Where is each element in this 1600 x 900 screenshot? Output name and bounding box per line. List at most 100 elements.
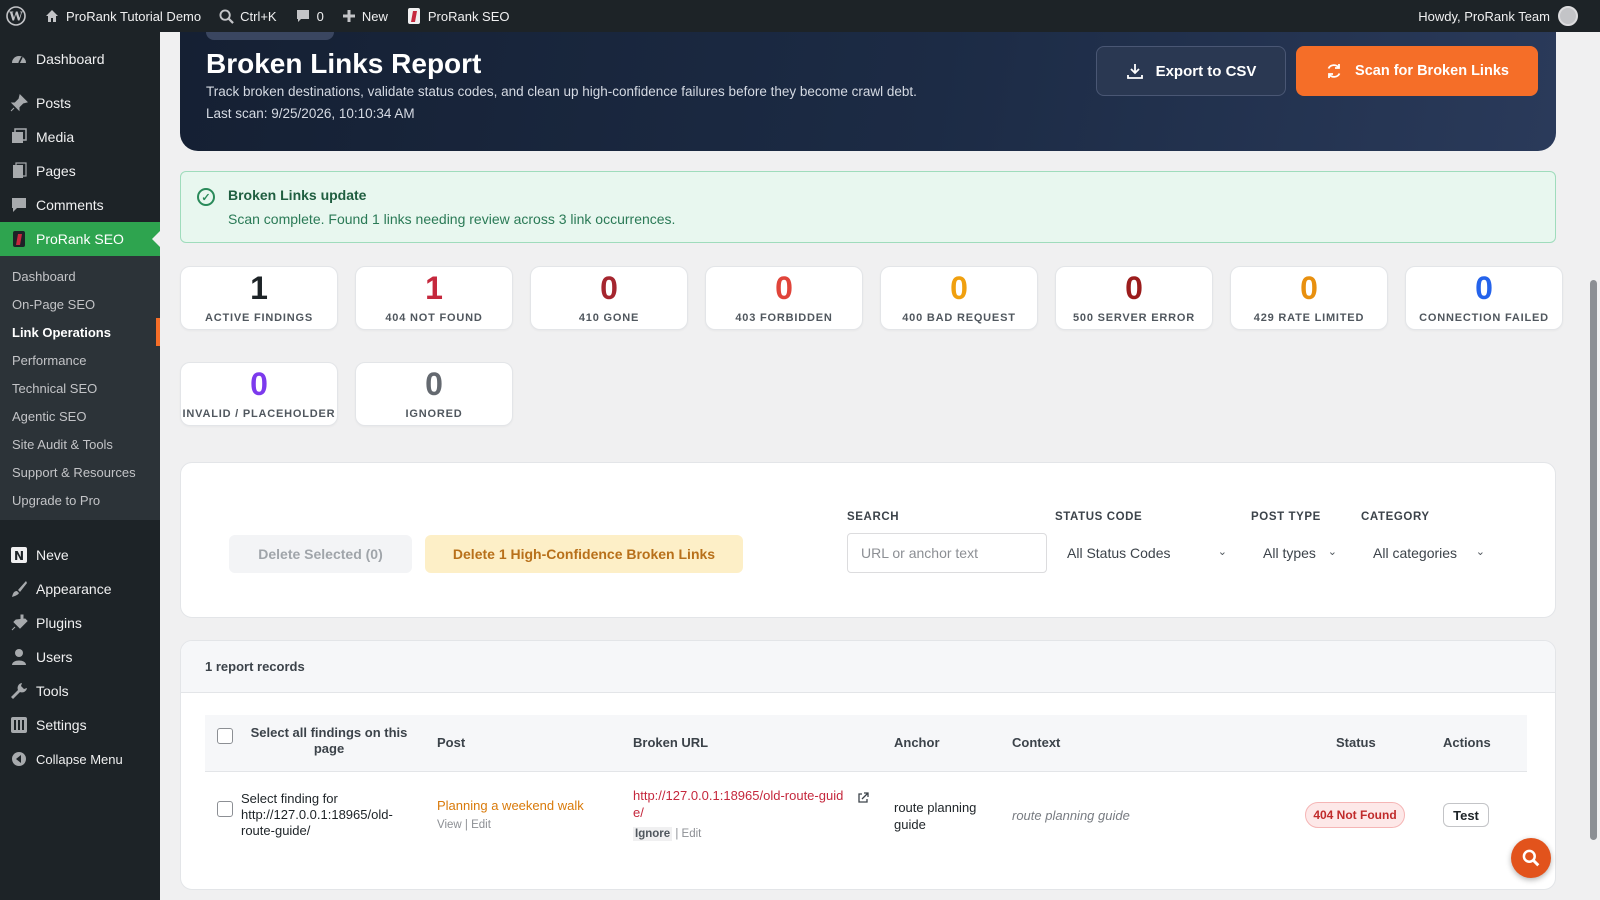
menu-label: Posts bbox=[36, 95, 72, 111]
menu-prorank-seo[interactable]: ProRank SEO bbox=[0, 222, 160, 256]
search-fab[interactable] bbox=[1511, 838, 1551, 878]
export-csv-label: Export to CSV bbox=[1155, 62, 1257, 80]
findings-table: 1 report records Select all findings on … bbox=[180, 640, 1556, 890]
stat-value: 0 bbox=[1475, 270, 1493, 306]
search-icon bbox=[219, 8, 234, 24]
comments-count: 0 bbox=[316, 8, 324, 24]
stat-value: 1 bbox=[425, 270, 443, 306]
comments-link[interactable]: 0 bbox=[286, 0, 333, 32]
stat-label: INVALID / PLACEHOLDER bbox=[182, 408, 336, 420]
settings-icon bbox=[10, 716, 28, 734]
select-all-checkbox[interactable] bbox=[217, 728, 233, 744]
stat-active-findings[interactable]: 1 ACTIVE FINDINGS bbox=[180, 266, 338, 330]
page-scrollbar[interactable] bbox=[1588, 32, 1600, 900]
category-select[interactable]: All categories ⌄ bbox=[1373, 533, 1485, 573]
menu-label: Users bbox=[36, 649, 73, 665]
menu-tools[interactable]: Tools bbox=[0, 674, 160, 708]
stat-label: IGNORED bbox=[405, 408, 463, 420]
row-checkbox[interactable] bbox=[217, 801, 233, 817]
menu-label: Media bbox=[36, 129, 75, 145]
stat-404[interactable]: 1 404 NOT FOUND bbox=[355, 266, 513, 330]
menu-label: Pages bbox=[36, 163, 76, 179]
stat-400[interactable]: 0 400 BAD REQUEST bbox=[880, 266, 1038, 330]
collapse-icon bbox=[10, 750, 28, 768]
status-code-value: All Status Codes bbox=[1067, 545, 1171, 561]
stat-429[interactable]: 0 429 RATE LIMITED bbox=[1230, 266, 1388, 330]
menu-dashboard[interactable]: Dashboard bbox=[0, 42, 160, 76]
submenu-dashboard[interactable]: Dashboard bbox=[0, 262, 160, 290]
search-shortcut-label: Ctrl+K bbox=[240, 8, 277, 24]
delete-high-confidence-button[interactable]: Delete 1 High-Confidence Broken Links bbox=[425, 535, 743, 573]
stat-value: 0 bbox=[600, 270, 618, 306]
submenu-link-operations[interactable]: Link Operations bbox=[0, 318, 160, 346]
view-link[interactable]: View bbox=[437, 819, 462, 831]
post-title-link[interactable]: Planning a weekend walk bbox=[437, 798, 584, 813]
scrollbar-thumb[interactable] bbox=[1590, 280, 1597, 840]
menu-media[interactable]: Media bbox=[0, 120, 160, 154]
anchor-text: route planning guide bbox=[894, 800, 977, 832]
ignore-link[interactable]: Ignore bbox=[633, 827, 673, 841]
menu-comments[interactable]: Comments bbox=[0, 188, 160, 222]
admin-bar: W ProRank Tutorial Demo Ctrl+K 0 New Pro… bbox=[0, 0, 1600, 32]
delete-selected-button[interactable]: Delete Selected (0) bbox=[229, 535, 412, 573]
stat-value: 0 bbox=[425, 366, 443, 402]
new-content-link[interactable]: New bbox=[333, 0, 397, 32]
submenu-technical-seo[interactable]: Technical SEO bbox=[0, 374, 160, 402]
export-csv-button[interactable]: Export to CSV bbox=[1096, 46, 1286, 96]
search-input[interactable] bbox=[847, 533, 1047, 573]
stat-value: 0 bbox=[1300, 270, 1318, 306]
post-type-value: All types bbox=[1263, 545, 1316, 561]
post-actions: View | Edit bbox=[437, 819, 491, 831]
avatar bbox=[1558, 6, 1578, 26]
menu-appearance[interactable]: Appearance bbox=[0, 572, 160, 606]
stat-ignored[interactable]: 0 IGNORED bbox=[355, 362, 513, 426]
admin-sidebar: Dashboard Posts Media Pages Comments Pro… bbox=[0, 32, 160, 900]
stat-label: ACTIVE FINDINGS bbox=[205, 312, 313, 324]
table-header: Select all findings on this page Post Br… bbox=[205, 715, 1527, 772]
comment-icon bbox=[10, 196, 28, 214]
stat-value: 1 bbox=[250, 270, 268, 306]
wordpress-logo-menu[interactable]: W bbox=[0, 0, 35, 32]
submenu-site-audit[interactable]: Site Audit & Tools bbox=[0, 430, 160, 458]
my-account[interactable]: Howdy, ProRank Team bbox=[1418, 0, 1578, 32]
prorank-bar-link[interactable]: ProRank SEO bbox=[397, 0, 519, 32]
submenu-on-page-seo[interactable]: On-Page SEO bbox=[0, 290, 160, 318]
submenu-support[interactable]: Support & Resources bbox=[0, 458, 160, 486]
edit-post-link[interactable]: Edit bbox=[471, 819, 491, 831]
pin-icon bbox=[10, 94, 28, 112]
scan-label: Scan for Broken Links bbox=[1355, 63, 1509, 79]
chevron-down-icon: ⌄ bbox=[1475, 546, 1485, 558]
broken-url-link[interactable]: http://127.0.0.1:18965/old-route-guide/ bbox=[633, 787, 853, 821]
menu-neve[interactable]: N Neve bbox=[0, 538, 160, 572]
test-button[interactable]: Test bbox=[1443, 803, 1489, 827]
submenu-performance[interactable]: Performance bbox=[0, 346, 160, 374]
stat-410[interactable]: 0 410 GONE bbox=[530, 266, 688, 330]
menu-collapse[interactable]: Collapse Menu bbox=[0, 742, 160, 776]
scan-broken-links-button[interactable]: Scan for Broken Links bbox=[1296, 46, 1538, 96]
menu-settings[interactable]: Settings bbox=[0, 708, 160, 742]
stat-connection-failed[interactable]: 0 CONNECTION FAILED bbox=[1405, 266, 1563, 330]
external-link-icon[interactable] bbox=[857, 792, 869, 804]
menu-users[interactable]: Users bbox=[0, 640, 160, 674]
stat-invalid[interactable]: 0 INVALID / PLACEHOLDER bbox=[180, 362, 338, 426]
submenu-upgrade[interactable]: Upgrade to Pro bbox=[0, 486, 160, 514]
stat-403[interactable]: 0 403 FORBIDDEN bbox=[705, 266, 863, 330]
status-code-select[interactable]: All Status Codes ⌄ bbox=[1067, 533, 1227, 573]
svg-text:N: N bbox=[14, 549, 24, 563]
column-context: Context bbox=[1012, 735, 1061, 750]
menu-pages[interactable]: Pages bbox=[0, 154, 160, 188]
user-icon bbox=[10, 648, 28, 666]
edit-url-link[interactable]: Edit bbox=[682, 828, 702, 840]
page-subtitle: Track broken destinations, validate stat… bbox=[206, 84, 917, 99]
category-value: All categories bbox=[1373, 545, 1458, 561]
stat-500[interactable]: 0 500 SERVER ERROR bbox=[1055, 266, 1213, 330]
stat-value: 0 bbox=[1125, 270, 1143, 306]
menu-plugins[interactable]: Plugins bbox=[0, 606, 160, 640]
search-shortcut[interactable]: Ctrl+K bbox=[210, 0, 285, 32]
notice-body: Scan complete. Found 1 links needing rev… bbox=[228, 211, 676, 227]
post-type-select[interactable]: All types ⌄ bbox=[1263, 533, 1337, 573]
chevron-down-icon: ⌄ bbox=[1327, 546, 1337, 558]
menu-posts[interactable]: Posts bbox=[0, 86, 160, 120]
site-name-link[interactable]: ProRank Tutorial Demo bbox=[35, 0, 210, 32]
submenu-agentic-seo[interactable]: Agentic SEO bbox=[0, 402, 160, 430]
